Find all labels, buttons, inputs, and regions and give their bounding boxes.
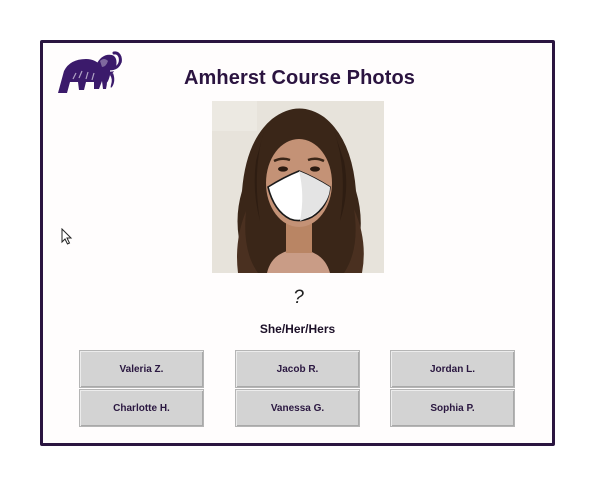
- student-photo: [212, 101, 384, 273]
- mouse-cursor-icon: [61, 228, 73, 245]
- choice-button[interactable]: Valeria Z.: [79, 350, 204, 388]
- choice-button[interactable]: Charlotte H.: [79, 389, 204, 427]
- choice-button[interactable]: Sophia P.: [390, 389, 515, 427]
- answer-choices: Valeria Z. Jacob R. Jordan L. Charlotte …: [79, 350, 519, 434]
- quiz-frame: Amherst Course Photos ? She/Her/Hers Val…: [40, 40, 555, 446]
- page-title: Amherst Course Photos: [183, 67, 416, 89]
- choice-button[interactable]: Vanessa G.: [235, 389, 360, 427]
- student-name-placeholder: ?: [293, 287, 304, 308]
- choice-button[interactable]: Jordan L.: [390, 350, 515, 388]
- student-pronouns: She/Her/Hers: [259, 322, 336, 336]
- choice-button[interactable]: Jacob R.: [235, 350, 360, 388]
